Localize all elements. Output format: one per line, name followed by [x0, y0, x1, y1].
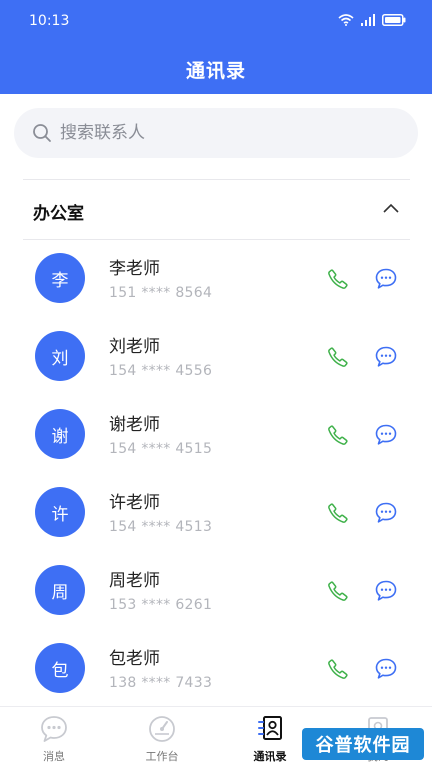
phone-icon[interactable]	[326, 579, 350, 603]
avatar: 周	[35, 565, 85, 615]
phone-icon[interactable]	[326, 267, 350, 291]
wifi-icon	[338, 14, 354, 26]
status-icons	[338, 14, 406, 26]
avatar: 许	[35, 487, 85, 537]
chevron-up-icon[interactable]	[382, 202, 400, 214]
dashboard-icon	[149, 716, 175, 742]
avatar: 刘	[35, 331, 85, 381]
avatar: 谢	[35, 409, 85, 459]
message-icon[interactable]	[373, 500, 399, 526]
contact-phone: 154 **** 4515	[109, 441, 213, 457]
message-icon[interactable]	[373, 422, 399, 448]
phone-icon[interactable]	[326, 345, 350, 369]
phone-icon[interactable]	[326, 423, 350, 447]
phone-icon[interactable]	[326, 501, 350, 525]
contact-row[interactable]: 包 包老师 138 **** 7433	[23, 630, 410, 708]
contact-phone: 154 **** 4513	[109, 519, 213, 535]
group-header-office[interactable]: 办公室	[23, 180, 410, 240]
contact-row[interactable]: 刘 刘老师 154 **** 4556	[23, 318, 410, 396]
signal-icon	[361, 14, 375, 26]
message-icon	[41, 716, 67, 742]
battery-icon	[382, 14, 406, 26]
search-input[interactable]	[60, 120, 400, 146]
message-icon[interactable]	[373, 344, 399, 370]
contact-phone: 151 **** 8564	[109, 285, 213, 301]
message-icon[interactable]	[373, 656, 399, 682]
contact-name: 李老师	[109, 259, 160, 279]
contact-name: 包老师	[109, 649, 160, 669]
contact-name: 谢老师	[109, 415, 160, 435]
status-time: 10:13	[29, 13, 70, 29]
contact-row[interactable]: 许 许老师 154 **** 4513	[23, 474, 410, 552]
avatar: 李	[35, 253, 85, 303]
status-bar: 10:13	[0, 0, 432, 42]
contact-row[interactable]: 谢 谢老师 154 **** 4515	[23, 396, 410, 474]
contact-row[interactable]: 周 周老师 153 **** 6261	[23, 552, 410, 630]
app-header: 10:13 通讯录	[0, 0, 432, 94]
message-icon[interactable]	[373, 578, 399, 604]
group-title: 办公室	[33, 204, 84, 224]
contact-name: 周老师	[109, 571, 160, 591]
tab-workbench[interactable]: 工作台	[108, 707, 216, 768]
contact-phone: 154 **** 4556	[109, 363, 213, 379]
contact-name: 许老师	[109, 493, 160, 513]
contact-phone: 138 **** 7433	[109, 675, 213, 691]
watermark-logo: 谷普软件园	[302, 728, 424, 760]
tab-label: 消息	[43, 750, 65, 763]
contact-name: 刘老师	[109, 337, 160, 357]
search-icon	[33, 124, 51, 142]
tab-label: 工作台	[145, 750, 179, 763]
contact-row[interactable]: 李 李老师 151 **** 8564	[23, 240, 410, 318]
search-bar[interactable]	[14, 108, 418, 158]
phone-icon[interactable]	[326, 657, 350, 681]
contact-phone: 153 **** 6261	[109, 597, 213, 613]
page-title: 通讯录	[185, 60, 246, 82]
contacts-icon	[258, 716, 282, 740]
tab-messages[interactable]: 消息	[0, 707, 108, 768]
avatar: 包	[35, 643, 85, 693]
message-icon[interactable]	[373, 266, 399, 292]
